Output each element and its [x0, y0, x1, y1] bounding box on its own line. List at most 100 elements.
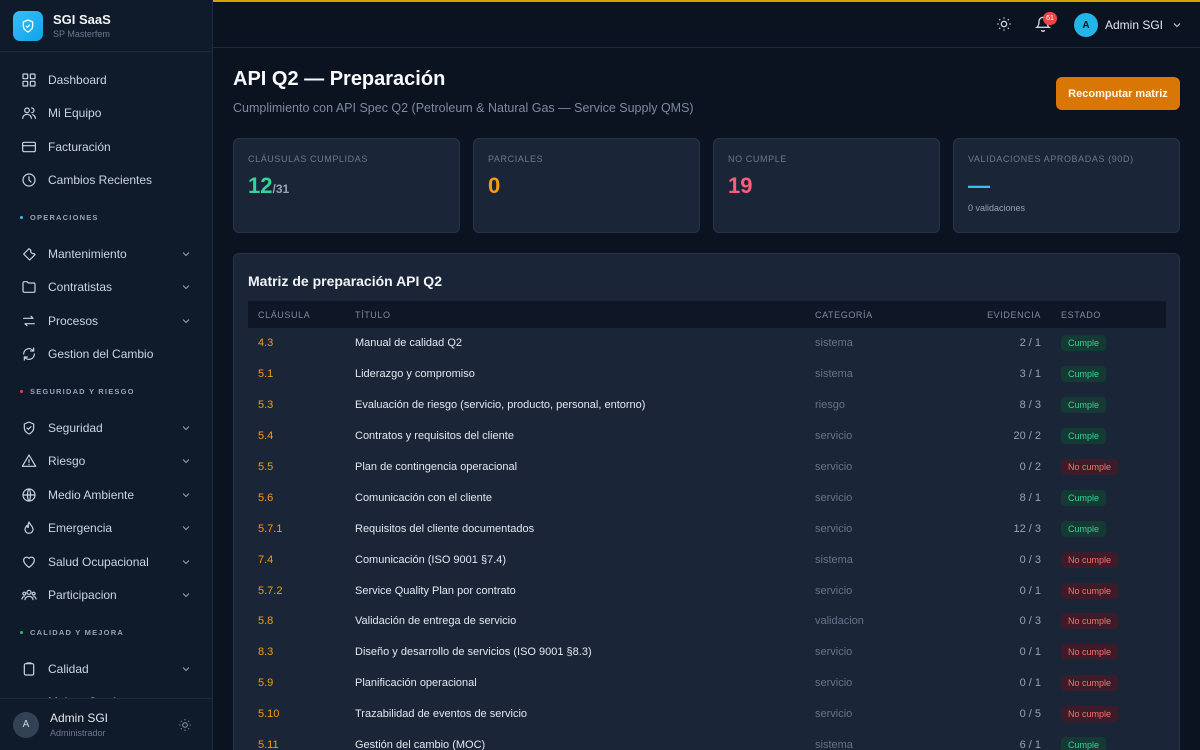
table-row[interactable]: 5.10 Trazabilidad de eventos de servicio s…: [248, 699, 1166, 730]
theme-toggle-icon[interactable]: [996, 16, 1012, 32]
table-row[interactable]: 4.3 Manual de calidad Q2 sistema 2 / 1 Cumpl…: [248, 328, 1166, 359]
brand-subtitle: SP Masterfem: [53, 29, 110, 39]
table-body: 4.3 Manual de calidad Q2 sistema 2 / 1 Cumpl…: [248, 328, 1166, 750]
cell-clausula[interactable]: 5.1: [248, 368, 355, 380]
sidebar-item-1-2[interactable]: Medio Ambiente: [0, 478, 212, 512]
user-menu[interactable]: A Admin SGI: [1074, 13, 1183, 37]
cell-titulo: Plan de contingencia operacional: [355, 461, 518, 473]
cell-titulo: Validación de entrega de servicio: [355, 615, 517, 628]
table-row[interactable]: 5.3 Evaluación de riesgo (servicio, produ…: [248, 390, 1166, 421]
sidebar-item-1-4[interactable]: Salud Ocupacional: [0, 545, 212, 579]
table-row[interactable]: 5.5 Plan de contingencia operacional servi…: [248, 452, 1166, 483]
grid-icon: [20, 71, 38, 89]
stat-label: CLÁUSULAS CUMPLIDAS: [248, 154, 368, 164]
column-header-evidencia[interactable]: EVIDENCIA: [925, 310, 1041, 320]
section-dot: [20, 630, 23, 634]
cell-estado: Cumple: [1041, 737, 1107, 750]
sidebar-user-name: Admin SGI: [50, 711, 109, 725]
table-row[interactable]: 8.3 Diseño y desarrollo de servicios (ISO…: [248, 637, 1166, 668]
recompute-matrix-button[interactable]: Recomputar matriz: [1056, 77, 1180, 110]
cell-clausula[interactable]: 8.3: [248, 646, 355, 658]
sidebar-item-3[interactable]: Cambios Recientes: [0, 164, 212, 198]
status-badge: Cumple: [1061, 520, 1107, 537]
cell-clausula[interactable]: 4.3: [248, 337, 355, 349]
table-row[interactable]: 5.7.1 Requisitos del cliente documentados…: [248, 513, 1166, 544]
table-row[interactable]: 5.1 Liderazgo y compromiso sistema 3 / 1 Cum…: [248, 359, 1166, 390]
chevron-down-icon: [182, 251, 190, 256]
cell-clausula[interactable]: 5.11: [248, 739, 355, 750]
sidebar-item-label: Procesos: [48, 313, 99, 328]
cell-categoria: sistema: [815, 553, 853, 566]
cell-estado: Cumple: [1041, 520, 1107, 537]
cell-titulo: Gestión del cambio (MOC): [355, 739, 486, 750]
table-row[interactable]: 5.11 Gestión del cambio (MOC) sistema 6 / 1…: [248, 730, 1166, 750]
cell-clausula[interactable]: 5.6: [248, 492, 355, 504]
sidebar-item-2-1[interactable]: Mejora Continua: [0, 686, 212, 699]
sidebar-item-0-0[interactable]: Mantenimiento: [0, 237, 212, 271]
cell-titulo: Trazabilidad de eventos de servicio: [355, 708, 528, 721]
stat-card-validaciones: VALIDACIONES APROBADAS (90D) — 0 validac…: [953, 138, 1180, 233]
stat-card-cumplidas: CLÁUSULAS CUMPLIDAS 12/31: [233, 138, 460, 233]
table-row[interactable]: 5.4 Contratos y requisitos del cliente ser…: [248, 421, 1166, 452]
sidebar-item-label: Medio Ambiente: [48, 487, 135, 502]
cell-evidencia: 0 / 2: [1019, 461, 1041, 473]
cell-titulo: Liderazgo y compromiso: [355, 368, 475, 381]
sidebar-item-1-1[interactable]: Riesgo: [0, 445, 212, 479]
cell-estado: No cumple: [1041, 582, 1119, 599]
sidebar-item-0-3[interactable]: Gestion del Cambio: [0, 338, 212, 372]
wrench-icon: [20, 245, 38, 263]
brand[interactable]: SGI SaaS SP Masterfem: [0, 0, 212, 52]
stat-value-wrap: 12/31: [248, 173, 445, 199]
cell-evidencia: 0 / 1: [1019, 677, 1041, 690]
table-row[interactable]: 5.6 Comunicación con el cliente servicio 8 …: [248, 482, 1166, 513]
cell-clausula[interactable]: 5.3: [248, 399, 355, 411]
table-row[interactable]: 5.8 Validación de entrega de servicio vali…: [248, 606, 1166, 637]
column-header-clausula[interactable]: CLÁUSULA: [248, 310, 355, 320]
sidebar-item-1[interactable]: Mi Equipo: [0, 97, 212, 131]
sidebar-item-1-3[interactable]: Emergencia: [0, 512, 212, 546]
column-header-titulo[interactable]: TÍTULO: [355, 310, 815, 320]
sidebar-item-2-0[interactable]: Calidad: [0, 652, 212, 686]
table-row[interactable]: 5.9 Planificación operacional servicio 0 / …: [248, 668, 1166, 699]
sun-icon[interactable]: [178, 718, 192, 732]
cell-clausula[interactable]: 5.7.1: [248, 523, 355, 535]
cell-clausula[interactable]: 7.4: [248, 554, 355, 566]
sidebar-item-label: Participacion: [48, 588, 117, 603]
cell-evidencia: 0 / 3: [1019, 553, 1041, 566]
section-title: CALIDAD Y MEJORA: [30, 627, 124, 637]
card-icon: [20, 138, 38, 156]
cell-clausula[interactable]: 5.4: [248, 430, 355, 442]
sidebar-item-1-0[interactable]: Seguridad: [0, 411, 212, 445]
sidebar-item-2[interactable]: Facturación: [0, 130, 212, 164]
cell-titulo: Planificación operacional: [355, 677, 477, 690]
shield-logo-icon: [13, 10, 43, 41]
cell-clausula[interactable]: 5.10: [248, 708, 355, 720]
cell-clausula[interactable]: 5.7.2: [248, 585, 355, 597]
cell-estado: Cumple: [1041, 366, 1107, 383]
sidebar-user[interactable]: A Admin SGI Administrador: [0, 698, 212, 750]
cell-clausula[interactable]: 5.5: [248, 461, 355, 473]
column-header-categoria[interactable]: CATEGORÍA: [815, 310, 925, 320]
sidebar-item-1-5[interactable]: Participacion: [0, 579, 212, 613]
status-badge: Cumple: [1061, 737, 1107, 750]
folder-icon: [20, 278, 38, 296]
brand-name: SGI SaaS: [53, 12, 111, 27]
cell-clausula[interactable]: 5.8: [248, 615, 355, 627]
cell-estado: Cumple: [1041, 489, 1107, 506]
column-header-estado[interactable]: ESTADO: [1041, 310, 1101, 320]
globe-icon: [20, 486, 38, 504]
page-subtitle: Cumplimiento con API Spec Q2 (Petroleum …: [233, 101, 694, 115]
sidebar-item-label: Salud Ocupacional: [48, 554, 149, 569]
sidebar-item-0-1[interactable]: Contratistas: [0, 271, 212, 305]
heart-icon: [20, 553, 38, 571]
cell-categoria: servicio: [815, 708, 853, 721]
sidebar-item-label: Facturación: [48, 139, 111, 154]
table-row[interactable]: 5.7.2 Service Quality Plan por contrato se…: [248, 575, 1166, 606]
table-row[interactable]: 7.4 Comunicación (ISO 9001 §7.4) sistema 0 …: [248, 544, 1166, 575]
sidebar-item-0-2[interactable]: Procesos: [0, 304, 212, 338]
chevron-down-icon: [182, 492, 190, 497]
cell-categoria: validacion: [815, 615, 864, 628]
cell-clausula[interactable]: 5.9: [248, 677, 355, 689]
sidebar-item-0[interactable]: Dashboard: [0, 63, 212, 97]
cell-categoria: servicio: [815, 584, 853, 597]
